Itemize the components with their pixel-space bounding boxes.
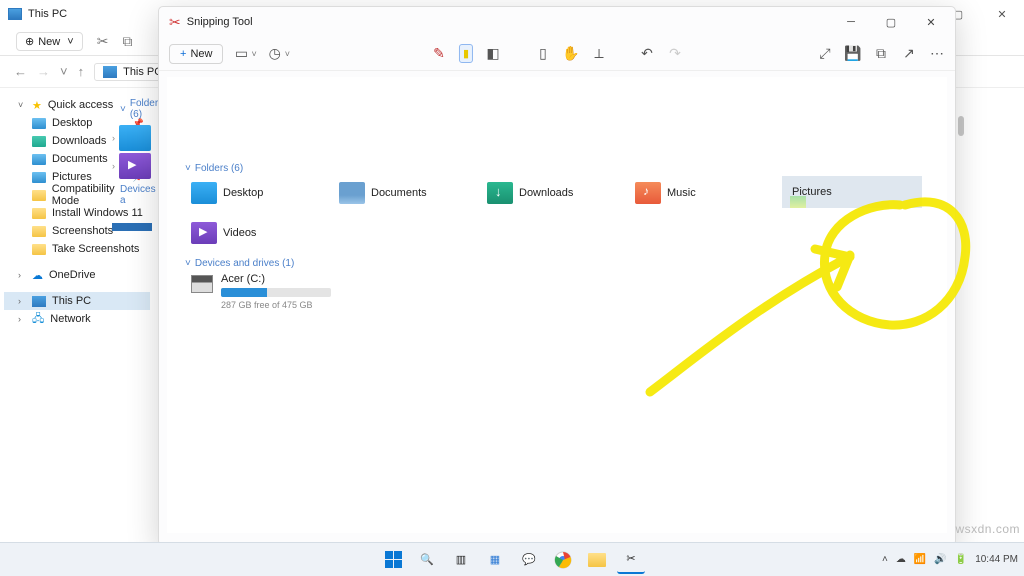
mode-dropdown[interactable]: ▭˅	[233, 46, 256, 62]
snip-title-text: Snipping Tool	[187, 16, 253, 28]
minimize-button[interactable]: ─	[831, 7, 871, 37]
taskbar: 🔍 ▥ ▦ 💬 ✂ ˄ ☁ 📶 🔊 🔋 10:44 PM	[0, 542, 1024, 576]
recent-dropdown[interactable]: ˅	[60, 64, 68, 79]
delay-dropdown[interactable]: ◷˅	[267, 46, 290, 62]
touch-icon[interactable]: ✋	[563, 46, 579, 62]
chrome-icon[interactable]	[549, 546, 577, 574]
tray-chevron-icon[interactable]: ˄	[882, 554, 888, 565]
maximize-button[interactable]: ▢	[871, 7, 911, 37]
copy-icon[interactable]: ⧉	[873, 46, 889, 62]
snip-toolbar: +New ▭˅ ◷˅ ✎ ▮ ◧ ▯ ✋ ⟂ ↶ ↷ ⤢ 💾 ⧉ ↗ ⋯	[159, 37, 955, 71]
explorer-title-text: This PC	[28, 8, 67, 20]
share-icon[interactable]: ↗	[901, 46, 917, 62]
tree-network[interactable]: ›🖧Network	[4, 310, 150, 328]
snap-folders-label: ˅Folders (6)	[185, 163, 937, 174]
volume-icon[interactable]: 🔊	[934, 554, 946, 565]
start-button[interactable]	[379, 546, 407, 574]
snipping-tool-taskbar-icon[interactable]: ✂	[617, 546, 645, 574]
save-icon[interactable]: 💾	[845, 46, 861, 62]
zoom-icon[interactable]: ⤢	[817, 46, 833, 62]
new-button[interactable]: ⊕ New ˅	[16, 32, 83, 51]
close-button[interactable]: ✕	[911, 7, 951, 37]
ruler-icon[interactable]: ▯	[535, 46, 551, 62]
folder-peek-1[interactable]: ›	[108, 124, 158, 152]
drive-icon	[191, 275, 213, 293]
copy-icon[interactable]: ⧉	[122, 33, 132, 50]
drive-name: Acer (C:)	[221, 273, 331, 285]
folder-peek-2[interactable]: ›	[108, 152, 158, 180]
drive-free-text: 287 GB free of 475 GB	[221, 300, 331, 310]
address-text: This PC	[123, 66, 162, 78]
folder-pictures-selected: Pictures	[782, 176, 922, 208]
this-pc-icon	[8, 8, 22, 20]
chat-icon[interactable]: 💬	[515, 546, 543, 574]
taskbar-center: 🔍 ▥ ▦ 💬 ✂	[379, 546, 645, 574]
folders-section-label[interactable]: ˅Folders (6)	[120, 98, 158, 120]
explorer-taskbar-icon[interactable]	[583, 546, 611, 574]
drive-peek[interactable]	[108, 210, 158, 238]
pen-icon[interactable]: ✎	[431, 46, 447, 62]
search-icon[interactable]: 🔍	[413, 546, 441, 574]
back-button[interactable]: ←	[14, 64, 27, 79]
widgets-icon[interactable]: ▦	[481, 546, 509, 574]
clock[interactable]: 10:44 PM	[975, 554, 1018, 565]
drive-c: Acer (C:) 287 GB free of 475 GB	[177, 273, 937, 310]
watermark-text: wsxdn.com	[955, 522, 1020, 536]
explorer-content-peek: ˅Folders (6) › › Devices a	[108, 92, 158, 238]
task-view-icon[interactable]: ▥	[447, 546, 475, 574]
scrollbar-thumb[interactable]	[958, 116, 964, 136]
folder-documents: Documents	[339, 178, 427, 208]
system-tray[interactable]: ˄ ☁ 📶 🔊 🔋 10:44 PM	[882, 554, 1018, 565]
snip-window-controls: ─ ▢ ✕	[831, 7, 951, 37]
devices-section-label[interactable]: Devices a	[120, 184, 158, 206]
crop-icon[interactable]: ⟂	[591, 46, 607, 62]
snip-canvas[interactable]: ˅Folders (6) Desktop Documents Downloads…	[167, 77, 947, 533]
onedrive-tray-icon[interactable]: ☁	[896, 554, 906, 565]
tree-onedrive[interactable]: ›☁OneDrive	[4, 266, 150, 284]
tree-takeshots[interactable]: Take Screenshots	[4, 240, 150, 258]
eraser-icon[interactable]: ◧	[485, 46, 501, 62]
close-button[interactable]: ✕	[980, 0, 1024, 28]
snipping-tool-icon: ✂	[169, 14, 181, 31]
more-icon[interactable]: ⋯	[929, 46, 945, 62]
folder-desktop: Desktop	[191, 178, 279, 208]
cut-icon[interactable]: ✂	[97, 33, 109, 50]
folder-music: Music	[635, 178, 723, 208]
folder-videos: Videos	[191, 218, 279, 248]
tree-this-pc[interactable]: ›This PC	[4, 292, 150, 310]
highlighter-button[interactable]: ▮	[459, 44, 473, 63]
snipping-tool-window: ✂ Snipping Tool ─ ▢ ✕ +New ▭˅ ◷˅ ✎ ▮ ◧ ▯…	[158, 6, 956, 546]
wifi-icon[interactable]: 📶	[914, 554, 926, 565]
undo-icon[interactable]: ↶	[639, 46, 655, 62]
forward-button[interactable]: →	[37, 64, 50, 79]
folder-downloads: Downloads	[487, 178, 575, 208]
drive-usage-bar	[221, 288, 331, 297]
battery-icon[interactable]: 🔋	[955, 554, 967, 565]
redo-icon[interactable]: ↷	[667, 46, 683, 62]
screenshot-content: ˅Folders (6) Desktop Documents Downloads…	[177, 159, 937, 310]
snap-devices-label: ˅Devices and drives (1)	[185, 258, 937, 269]
new-snip-button[interactable]: +New	[169, 44, 223, 64]
this-pc-icon	[103, 66, 117, 78]
up-button[interactable]: ↑	[78, 64, 85, 79]
